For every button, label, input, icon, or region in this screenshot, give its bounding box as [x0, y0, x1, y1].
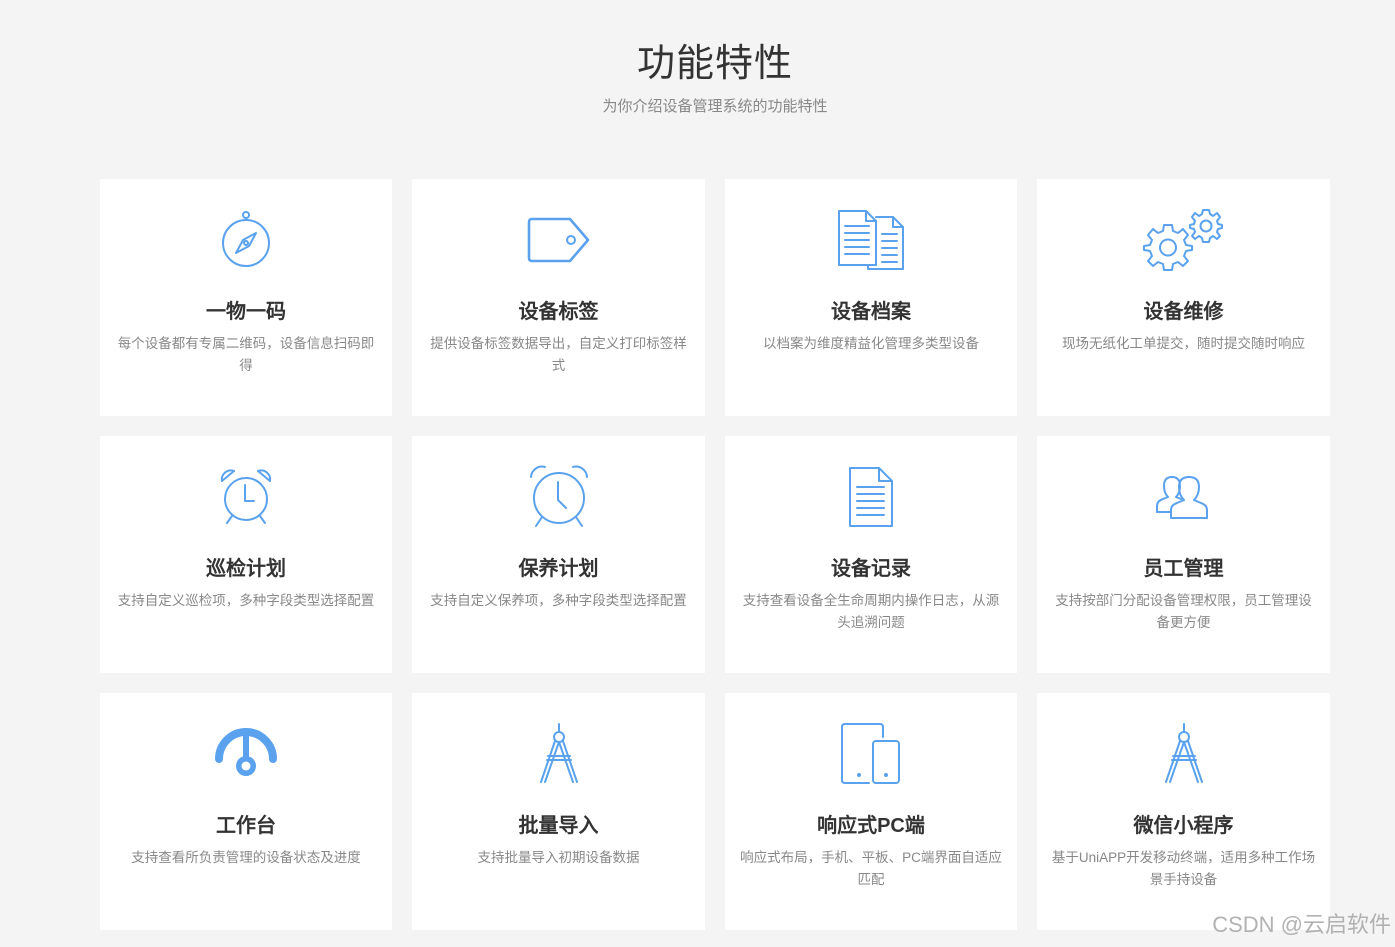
feature-card-wechat-mini-program[interactable]: 微信小程序 基于UniAPP开发移动终端，适用多种工作场景手持设备	[1037, 693, 1330, 930]
drafting-compass-icon	[412, 719, 705, 789]
page-subtitle: 为你介绍设备管理系统的功能特性	[602, 98, 828, 115]
page-title: 功能特性	[636, 43, 793, 85]
tag-icon	[412, 205, 705, 275]
feature-card-device-record[interactable]: 设备记录 支持查看设备全生命周期内操作日志，从源头追溯问题	[725, 436, 1017, 673]
dashboard-icon	[100, 719, 392, 789]
feature-description: 支持批量导入初期设备数据	[477, 850, 640, 865]
gears-icon	[1037, 205, 1330, 275]
feature-description: 现场无纸化工单提交，随时提交随时响应	[1062, 336, 1305, 351]
feature-description: 响应式布局，手机、平板、PC端界面自适应匹配	[740, 850, 1002, 887]
watermark: CSDN @云启软件	[1212, 912, 1391, 937]
feature-description: 支持自定义巡检项，多种字段类型选择配置	[117, 593, 375, 608]
feature-description: 基于UniAPP开发移动终端，适用多种工作场景手持设备	[1051, 850, 1316, 887]
document-icon	[725, 462, 1017, 532]
feature-title: 设备记录	[831, 558, 911, 580]
feature-title: 一物一码	[206, 301, 286, 323]
feature-title: 批量导入	[518, 815, 599, 837]
feature-title: 设备维修	[1143, 301, 1224, 323]
feature-card-device-tag[interactable]: 设备标签 提供设备标签数据导出，自定义打印标签样式	[412, 179, 705, 416]
feature-card-batch-import[interactable]: 批量导入 支持批量导入初期设备数据	[412, 693, 705, 930]
alarm-clock-icon	[100, 462, 392, 532]
feature-description: 支持自定义保养项，多种字段类型选择配置	[430, 593, 687, 608]
feature-description: 支持按部门分配设备管理权限，员工管理设备更方便	[1055, 593, 1312, 630]
feature-title: 设备标签	[518, 301, 599, 323]
feature-description: 以档案为维度精益化管理多类型设备	[763, 336, 979, 351]
feature-title: 巡检计划	[206, 558, 286, 580]
feature-title: 工作台	[216, 815, 276, 837]
feature-description: 每个设备都有专属二维码，设备信息扫码即得	[117, 336, 375, 373]
feature-title: 设备档案	[831, 301, 911, 323]
drafting-compass-icon	[1037, 719, 1330, 789]
feature-card-responsive-pc[interactable]: 响应式PC端 响应式布局，手机、平板、PC端界面自适应匹配	[725, 693, 1017, 930]
feature-card-inspection-plan[interactable]: 巡检计划 支持自定义巡检项，多种字段类型选择配置	[100, 436, 392, 673]
feature-card-device-archive[interactable]: 设备档案 以档案为维度精益化管理多类型设备	[725, 179, 1017, 416]
feature-description: 提供设备标签数据导出，自定义打印标签样式	[430, 336, 687, 373]
feature-description: 支持查看所负责管理的设备状态及进度	[131, 850, 361, 865]
feature-title: 员工管理	[1143, 558, 1224, 580]
feature-grid: 一物一码 每个设备都有专属二维码，设备信息扫码即得 设备标签 提供设备标签数据导…	[100, 179, 1330, 930]
compass-icon	[100, 205, 392, 275]
feature-card-device-repair[interactable]: 设备维修 现场无纸化工单提交，随时提交随时响应	[1037, 179, 1330, 416]
documents-icon	[725, 205, 1017, 275]
feature-title: 响应式PC端	[817, 815, 925, 837]
feature-title: 保养计划	[518, 558, 599, 580]
feature-description: 支持查看设备全生命周期内操作日志，从源头追溯问题	[742, 593, 1000, 630]
feature-card-workbench[interactable]: 工作台 支持查看所负责管理的设备状态及进度	[100, 693, 392, 930]
feature-title: 微信小程序	[1133, 815, 1234, 837]
feature-card-maintenance-plan[interactable]: 保养计划 支持自定义保养项，多种字段类型选择配置	[412, 436, 705, 673]
alarm-clock-icon	[412, 462, 705, 532]
users-icon	[1037, 462, 1330, 532]
devices-icon	[725, 719, 1017, 789]
feature-card-staff-management[interactable]: 员工管理 支持按部门分配设备管理权限，员工管理设备更方便	[1037, 436, 1330, 673]
feature-card-one-item-one-code[interactable]: 一物一码 每个设备都有专属二维码，设备信息扫码即得	[100, 179, 392, 416]
